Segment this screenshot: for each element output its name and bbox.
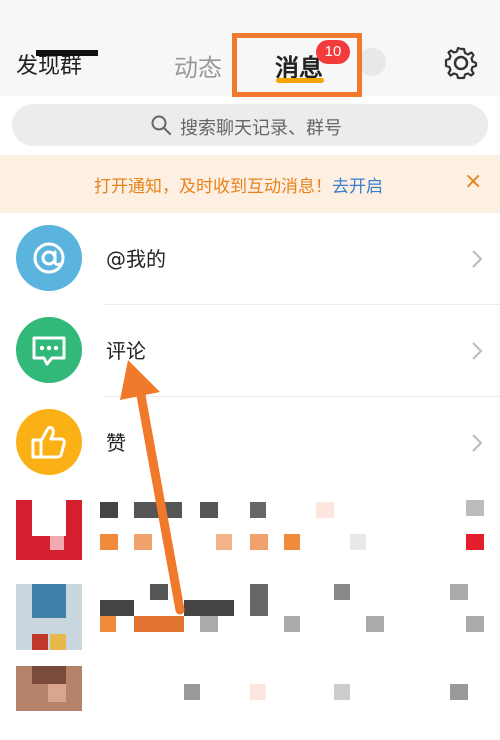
redacted-block	[250, 584, 268, 616]
redacted-block	[450, 584, 468, 600]
avatar-pixel	[32, 584, 66, 618]
thumbs-up-icon-circle	[16, 409, 82, 475]
chevron-right-icon	[472, 342, 483, 360]
redacted-block	[284, 616, 300, 632]
notice-text: 打开通知，及时收到互动消息！	[94, 177, 332, 197]
redacted-block	[150, 584, 168, 600]
list-item-mentions[interactable]: @我的	[0, 213, 500, 305]
enable-notifications-link[interactable]: 去开启	[332, 177, 383, 197]
redacted-block	[466, 616, 484, 632]
search-placeholder: 搜索聊天记录、群号	[180, 118, 342, 139]
comments-label: 评论	[106, 339, 146, 363]
gear-icon[interactable]	[444, 46, 478, 80]
redacted-block	[466, 500, 484, 516]
redacted-block	[316, 502, 334, 518]
tab-more[interactable]	[358, 48, 386, 76]
redacted-block	[200, 616, 218, 632]
redacted-block	[250, 684, 266, 700]
redacted-block	[334, 684, 350, 700]
redacted-block	[100, 600, 134, 616]
notice-text-wrap: 打开通知，及时收到互动消息！去开启	[94, 172, 383, 197]
redacted-block	[350, 534, 366, 550]
notification-banner: 打开通知，及时收到互动消息！去开启 ×	[0, 155, 500, 213]
conversation-item-redacted[interactable]	[0, 572, 500, 654]
redacted-block	[184, 600, 234, 616]
comment-icon	[32, 336, 66, 366]
redacted-block	[450, 684, 468, 700]
redacted-block	[466, 534, 484, 550]
redacted-block	[250, 534, 268, 550]
mentions-label: @我的	[106, 247, 166, 271]
redacted-block	[184, 684, 200, 700]
redacted-block	[100, 534, 118, 550]
close-icon[interactable]: ×	[464, 169, 482, 194]
redacted-block	[100, 502, 118, 518]
search-icon	[151, 115, 171, 135]
at-icon-circle	[16, 225, 82, 291]
highlight-box	[232, 33, 362, 97]
redacted-block	[134, 616, 184, 632]
search-bar[interactable]: 搜索聊天记录、群号	[12, 104, 488, 146]
redacted-block	[200, 502, 218, 518]
conversation-item-redacted[interactable]	[0, 658, 500, 740]
redacted-block	[134, 534, 152, 550]
avatar-pixel	[50, 536, 64, 550]
redacted-block	[134, 502, 182, 518]
avatar-pixel	[50, 634, 66, 650]
discover-group-label: 发现群	[16, 54, 83, 79]
discover-group-link[interactable]: 发现群	[16, 48, 98, 80]
redacted-block	[366, 616, 384, 632]
redaction-mark	[36, 50, 98, 56]
list-item-likes[interactable]: 赞	[0, 397, 500, 489]
top-bar: 发现群 动态 消息 10	[0, 0, 500, 97]
avatar-pixel	[32, 634, 48, 650]
redacted-block	[334, 584, 350, 600]
at-icon	[33, 242, 65, 274]
avatar-pixel	[48, 684, 66, 702]
chevron-right-icon	[472, 434, 483, 452]
redacted-block	[216, 534, 232, 550]
avatar-pixel	[32, 666, 66, 684]
likes-label: 赞	[106, 431, 126, 455]
tab-dynamic[interactable]: 动态	[174, 48, 222, 83]
list-item-comments[interactable]: 评论	[0, 305, 500, 397]
comment-icon-circle	[16, 317, 82, 383]
chevron-right-icon	[472, 250, 483, 268]
avatar-pixel	[32, 500, 66, 536]
redacted-block	[250, 502, 266, 518]
redacted-block	[284, 534, 300, 550]
redacted-block	[100, 616, 116, 632]
conversation-item-redacted[interactable]	[0, 490, 500, 572]
thumbs-up-icon	[31, 425, 66, 459]
